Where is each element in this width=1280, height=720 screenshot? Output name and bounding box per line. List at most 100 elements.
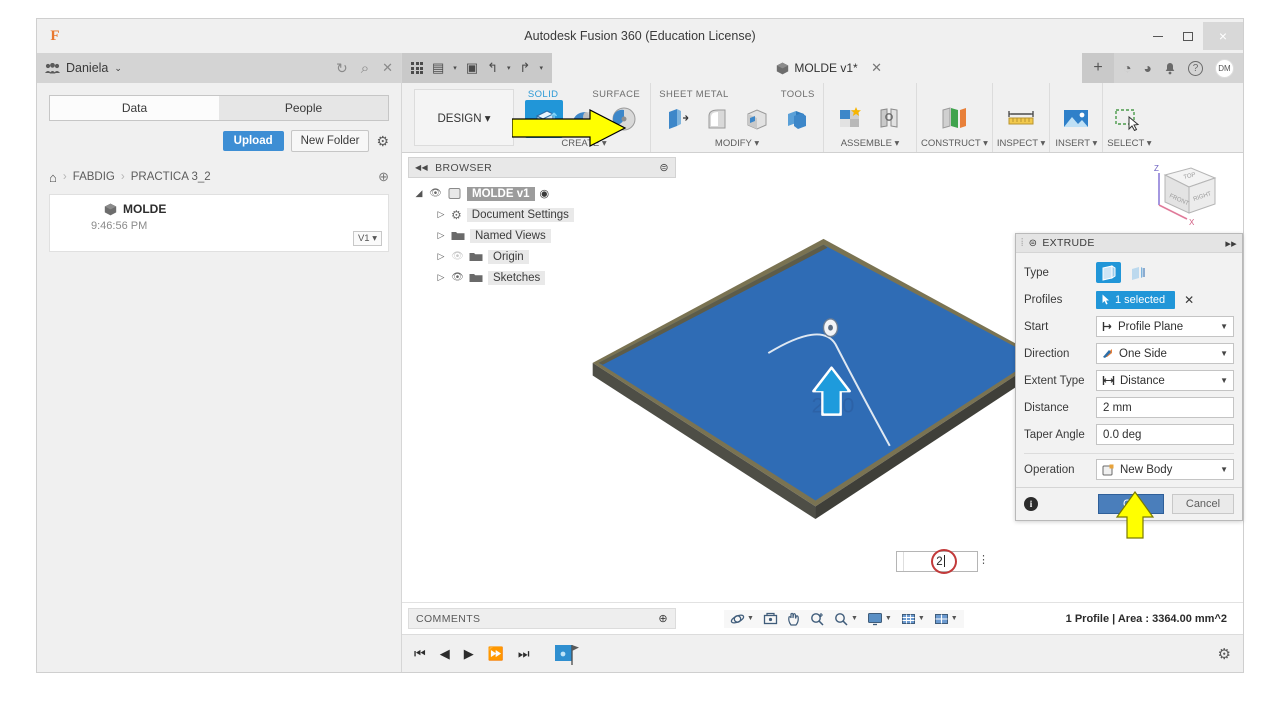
globe-icon[interactable]: ⊕	[378, 169, 389, 185]
hub-selector[interactable]: Daniela ⌄	[45, 61, 122, 75]
expand-caret-icon[interactable]: ▷	[436, 272, 446, 283]
ribbon-group-inspect-menu[interactable]: INSPECT ▾	[997, 138, 1045, 152]
shell-tool-button[interactable]	[738, 100, 776, 138]
display-settings-icon[interactable]: ▼	[867, 612, 892, 626]
timeline-go-to-end-button[interactable]: ⏭	[518, 646, 530, 662]
close-tab-icon[interactable]: ✕	[871, 60, 882, 76]
expand-dialog-icon[interactable]: ▸▸	[1225, 237, 1237, 250]
distance-input[interactable]: 2 mm	[1096, 397, 1234, 418]
extent-type-dropdown[interactable]: Distance ▼	[1096, 370, 1234, 391]
expand-caret-icon[interactable]: ▷	[436, 209, 446, 220]
view-cube[interactable]: TOP FRONT RIGHT Z X	[1139, 161, 1225, 233]
chevron-down-icon[interactable]: ▼	[747, 615, 754, 622]
ribbon-tab-solid[interactable]: SOLID	[528, 86, 559, 100]
tree-node-named-views[interactable]: ▷ Named Views	[408, 225, 676, 246]
visibility-icon[interactable]: 👁	[451, 272, 464, 283]
orbit-icon[interactable]: ▼	[730, 612, 754, 626]
job-status-icon[interactable]: ◔	[1123, 60, 1131, 76]
chevron-down-icon[interactable]: ▼	[918, 615, 925, 622]
search-icon[interactable]: ⌕	[361, 60, 369, 77]
visibility-icon[interactable]: 👁	[451, 251, 464, 262]
document-tab-molde[interactable]: MOLDE v1* ✕	[551, 53, 1083, 83]
new-document-icon[interactable]: ▤	[432, 60, 444, 76]
chevron-down-icon[interactable]: ▼	[1220, 465, 1228, 474]
timeline-feature-marker[interactable]	[554, 643, 580, 665]
ribbon-tab-tools[interactable]: TOOLS	[781, 86, 815, 100]
chevron-down-icon[interactable]: ▼	[951, 615, 958, 622]
pan-icon[interactable]	[787, 612, 801, 626]
chevron-down-icon[interactable]: ▼	[1220, 349, 1228, 358]
direction-dropdown[interactable]: One Side ▼	[1096, 343, 1234, 364]
type-profile-button[interactable]	[1096, 262, 1121, 283]
tree-node-sketches[interactable]: ▷ 👁 Sketches	[408, 267, 676, 288]
insert-image-tool-button[interactable]	[1057, 99, 1095, 137]
chevron-down-icon[interactable]: ▾	[507, 64, 511, 72]
activate-component-icon[interactable]: ◉	[540, 187, 550, 200]
workspace-switcher[interactable]: DESIGN ▾	[414, 89, 514, 146]
file-version-badge[interactable]: V1 ▾	[352, 231, 382, 246]
ribbon-group-insert-menu[interactable]: INSERT ▾	[1055, 138, 1097, 152]
operation-dropdown[interactable]: New Body ▼	[1096, 459, 1234, 480]
grid-snap-icon[interactable]: ▼	[901, 612, 925, 626]
close-panel-icon[interactable]: ✕	[382, 60, 393, 76]
save-icon[interactable]: ▣	[466, 60, 478, 76]
comments-panel[interactable]: COMMENTS ⊕	[408, 608, 676, 629]
dialog-grip-icon[interactable]: ⦙	[1021, 237, 1024, 250]
gear-icon[interactable]: ⚙	[376, 133, 389, 150]
combine-tool-button[interactable]	[778, 100, 816, 138]
redo-icon[interactable]: ↱	[520, 60, 531, 76]
timeline-play-button[interactable]: ▶	[464, 646, 474, 662]
ribbon-tab-surface[interactable]: SURFACE	[592, 86, 640, 100]
breadcrumb-item-practica[interactable]: PRACTICA 3_2	[131, 171, 211, 183]
file-card-molde[interactable]: MOLDE 9:46:56 PM V1 ▾	[49, 194, 389, 252]
start-dropdown[interactable]: Profile Plane ▼	[1096, 316, 1234, 337]
expand-caret-icon[interactable]: ▷	[436, 230, 446, 241]
maximize-button[interactable]	[1173, 22, 1203, 50]
tab-data[interactable]: Data	[50, 96, 219, 120]
zoom-icon[interactable]	[810, 612, 825, 626]
new-tab-button[interactable]: +	[1082, 53, 1115, 83]
home-icon[interactable]: ⌂	[49, 170, 57, 185]
profiles-selection-badge[interactable]: 1 selected	[1096, 290, 1176, 309]
viewport[interactable]: 2.00 ◀◀ BROWSER ⊜ ◢ 👁	[402, 153, 1243, 602]
collapse-browser-icon[interactable]: ◀◀	[415, 163, 428, 172]
zoom-window-icon[interactable]: ▼	[834, 612, 858, 626]
refresh-icon[interactable]: ↻	[336, 60, 348, 77]
info-icon[interactable]: i	[1024, 497, 1038, 511]
timeline-go-to-start-button[interactable]: ⏮	[414, 646, 426, 662]
inline-input-grip[interactable]	[897, 552, 904, 571]
measure-tool-button[interactable]	[1002, 99, 1040, 137]
avatar[interactable]: DM	[1215, 58, 1234, 78]
undo-icon[interactable]: ↰	[487, 60, 498, 76]
chevron-down-icon[interactable]: ▼	[1220, 376, 1228, 385]
tab-people[interactable]: People	[219, 96, 388, 120]
offset-plane-tool-button[interactable]	[935, 99, 973, 137]
ribbon-group-construct-menu[interactable]: CONSTRUCT ▾	[921, 138, 988, 152]
clear-selection-icon[interactable]: ✕	[1184, 293, 1194, 307]
fillet-tool-button[interactable]	[698, 100, 736, 138]
new-component-tool-button[interactable]	[831, 99, 869, 137]
type-thin-button[interactable]	[1125, 262, 1150, 283]
press-pull-tool-button[interactable]	[658, 100, 696, 138]
extrude-dialog[interactable]: ⦙ ⊜ EXTRUDE ▸▸ Type Profiles 1 selected …	[1015, 233, 1243, 521]
tree-node-origin[interactable]: ▷ 👁 Origin	[408, 246, 676, 267]
chevron-down-icon[interactable]: ▾	[453, 64, 457, 72]
ribbon-tab-sheet-metal[interactable]: SHEET METAL	[659, 86, 729, 100]
collapse-dialog-icon[interactable]: ⊜	[1029, 238, 1038, 249]
close-button[interactable]: ×	[1203, 22, 1243, 50]
add-comment-icon[interactable]: ⊕	[658, 612, 668, 625]
expand-caret-icon[interactable]: ◢	[414, 188, 424, 199]
cancel-button[interactable]: Cancel	[1172, 494, 1234, 514]
show-data-panel-icon[interactable]	[411, 62, 423, 74]
look-at-icon[interactable]	[763, 612, 778, 626]
breadcrumb-item-fabdig[interactable]: FABDIG	[73, 171, 115, 183]
chevron-down-icon[interactable]: ▼	[1220, 322, 1228, 331]
tree-node-document-settings[interactable]: ▷ ⚙ Document Settings	[408, 204, 676, 225]
joint-tool-button[interactable]	[871, 99, 909, 137]
timeline-settings-icon[interactable]: ⚙	[1218, 645, 1231, 663]
taper-angle-input[interactable]: 0.0 deg	[1096, 424, 1234, 445]
help-icon[interactable]: ?	[1188, 60, 1203, 76]
ribbon-group-assemble-menu[interactable]: ASSEMBLE ▾	[841, 138, 900, 152]
chevron-down-icon[interactable]: ▼	[885, 615, 892, 622]
ribbon-group-modify-menu[interactable]: MODIFY ▾	[715, 138, 759, 152]
